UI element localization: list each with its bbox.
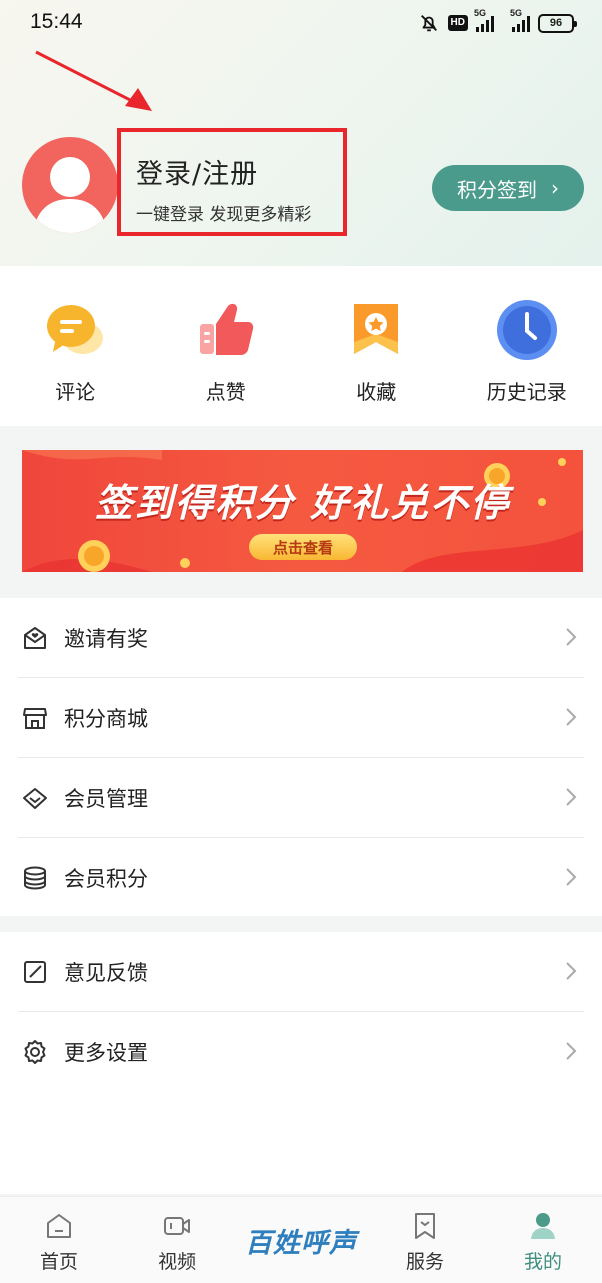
- bell-muted-icon: [420, 15, 437, 32]
- thumbs-up-icon: [199, 303, 254, 355]
- menu-label-member-points: 会员积分: [64, 867, 148, 891]
- status-icons: HD 5G 5G 96: [418, 8, 577, 34]
- diamond-icon: [23, 788, 47, 809]
- login-subtitle: 一键登录 发现更多精彩: [136, 205, 312, 225]
- person-icon: [531, 1213, 555, 1239]
- tab-home[interactable]: 首页: [0, 1197, 118, 1283]
- tab-label-service: 服务: [405, 1251, 444, 1273]
- tab-service[interactable]: 服务: [366, 1197, 484, 1283]
- banner-section: 签到得积分 好礼兑不停 点击查看: [0, 426, 602, 596]
- coins-stack-icon: [24, 866, 46, 890]
- quick-actions: 评论 点赞 收藏 历史记录: [0, 266, 602, 426]
- tab-label-mine: 我的: [524, 1251, 563, 1273]
- signal-2-icon: 5G: [510, 8, 530, 32]
- default-user-icon: [32, 157, 108, 233]
- gear-icon: [24, 1040, 46, 1064]
- video-icon: [164, 1217, 191, 1235]
- menu-item-invite[interactable]: 邀请有奖: [0, 598, 602, 678]
- quick-label-history: 历史记录: [486, 380, 567, 404]
- chevron-right-icon: ›: [551, 176, 559, 200]
- battery-icon: 96: [538, 13, 577, 33]
- history-clock-icon: [496, 300, 557, 360]
- service-bookmark-icon: [414, 1213, 435, 1239]
- chevron-right-icon: [566, 868, 577, 886]
- hd-badge: HD: [447, 15, 468, 31]
- tab-mine[interactable]: 我的: [484, 1197, 602, 1283]
- invite-gift-icon: [24, 627, 46, 649]
- menu-label-invite: 邀请有奖: [64, 627, 148, 651]
- favorite-star-icon: [354, 304, 399, 354]
- menu-item-member-management[interactable]: 会员管理: [0, 758, 602, 838]
- banner-view-button[interactable]: 点击查看: [249, 534, 357, 560]
- chevron-right-icon: [566, 628, 577, 646]
- quick-item-favorite[interactable]: 收藏: [301, 266, 452, 426]
- checkin-button[interactable]: 积分签到 ›: [432, 165, 584, 211]
- chevron-right-icon: [566, 708, 577, 726]
- comment-icon: [47, 305, 104, 354]
- menu-item-feedback[interactable]: 意见反馈: [0, 932, 602, 1012]
- menu-item-points-mall[interactable]: 积分商城: [0, 678, 602, 758]
- status-bar: 15:44 HD 5G 5G 96: [0, 0, 602, 46]
- tab-label-video: 视频: [158, 1251, 197, 1273]
- promo-banner[interactable]: 签到得积分 好礼兑不停 点击查看: [22, 450, 583, 572]
- signal-1-icon: 5G: [474, 8, 494, 32]
- net-label-2: 5G: [510, 8, 523, 18]
- store-icon: [23, 708, 47, 729]
- profile-header: 15:44 HD 5G 5G 96 登录/注册 一键登录 发现更多精彩 积分签到…: [0, 0, 602, 266]
- net-label-1: 5G: [474, 8, 487, 18]
- menu-label-feedback: 意见反馈: [64, 961, 148, 985]
- banner-title: 签到得积分 好礼兑不停: [94, 481, 511, 525]
- red-arrow-annotation-icon: [35, 50, 152, 111]
- chevron-right-icon: [566, 788, 577, 806]
- quick-label-favorite: 收藏: [356, 380, 397, 404]
- menu-group-1: 邀请有奖 积分商城 会员管理 会员积分: [0, 598, 602, 916]
- quick-item-comment[interactable]: 评论: [0, 266, 151, 426]
- chevron-right-icon: [566, 962, 577, 980]
- app-logo: 百姓呼声: [245, 1227, 358, 1259]
- battery-level: 96: [549, 17, 563, 29]
- tab-video[interactable]: 视频: [118, 1197, 236, 1283]
- menu-label-settings: 更多设置: [64, 1041, 148, 1065]
- quick-item-like[interactable]: 点赞: [151, 266, 302, 426]
- quick-label-like: 点赞: [205, 380, 246, 404]
- avatar[interactable]: [22, 137, 118, 233]
- tab-logo[interactable]: 百姓呼声: [236, 1197, 366, 1283]
- quick-item-history[interactable]: 历史记录: [452, 266, 602, 426]
- checkin-label: 积分签到: [457, 177, 537, 202]
- quick-label-comment: 评论: [55, 380, 96, 404]
- menu-label-member-management: 会员管理: [64, 787, 148, 811]
- chevron-right-icon: [566, 1042, 577, 1060]
- bottom-tab-bar: 首页 视频 百姓呼声 服务 我的: [0, 1196, 602, 1283]
- tab-label-home: 首页: [40, 1251, 79, 1273]
- home-icon: [47, 1214, 72, 1238]
- menu-item-settings[interactable]: 更多设置: [0, 1012, 602, 1092]
- menu-group-2: 意见反馈 更多设置: [0, 932, 602, 1194]
- feedback-edit-icon: [24, 961, 46, 983]
- menu-label-points-mall: 积分商城: [64, 707, 148, 731]
- login-register-link[interactable]: 登录/注册: [136, 152, 258, 191]
- menu-item-member-points[interactable]: 会员积分: [0, 838, 602, 918]
- status-time: 15:44: [30, 10, 83, 33]
